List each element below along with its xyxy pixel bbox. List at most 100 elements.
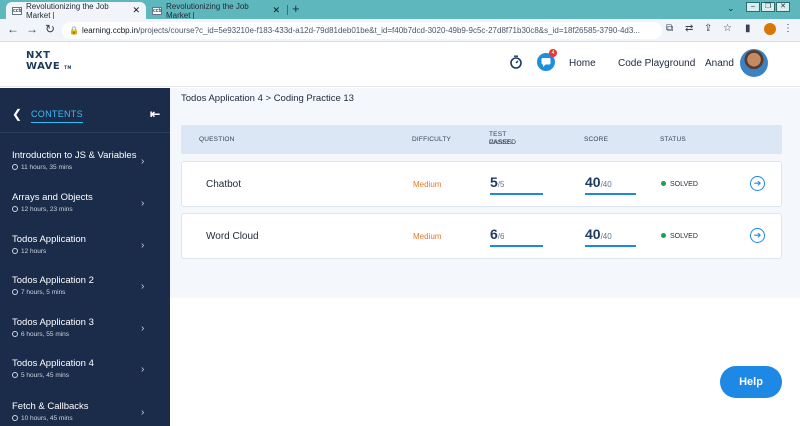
install-app-icon[interactable]: ⧉ — [666, 23, 673, 34]
status-badge: SOLVED — [661, 181, 698, 188]
notification-badge: 4 — [549, 49, 557, 57]
collapse-sidebar-icon[interactable]: ⇤ — [150, 107, 160, 121]
tab-close-icon[interactable]: ✕ — [132, 5, 140, 16]
reload-icon[interactable]: ↻ — [45, 22, 55, 36]
browser-tab-active[interactable]: ccb Revolutionizing the Job Market | ✕ — [6, 1, 146, 20]
table-row[interactable]: Chatbot Medium 5/5 40/40 SOLVED ➔ — [181, 161, 782, 207]
duration-text: 10 hours, 45 mins — [21, 415, 73, 422]
sidebar-item-duration: 11 hours, 35 mins — [12, 164, 72, 171]
forward-arrow-icon[interactable]: → — [26, 22, 38, 36]
score-progress-bar — [585, 245, 636, 247]
duration-text: 11 hours, 35 mins — [21, 164, 73, 171]
minimize-icon[interactable]: – — [746, 2, 760, 12]
arrow-right-circle-icon[interactable]: ➔ — [750, 176, 765, 191]
close-window-icon[interactable]: ✕ — [776, 2, 790, 12]
test-cases-passed: 5/5 — [490, 174, 504, 190]
translate-icon[interactable]: ⇄ — [685, 23, 693, 34]
share-icon[interactable]: ⇪ — [704, 23, 712, 34]
browser-tab-bar: ccb Revolutionizing the Job Market | ✕ c… — [0, 0, 800, 20]
nav-home-link[interactable]: Home — [569, 58, 596, 69]
nav-code-playground-link[interactable]: Code Playground — [618, 58, 695, 69]
window-controls: – ❐ ✕ — [746, 2, 790, 13]
chevron-right-icon: › — [141, 198, 145, 209]
sidebar-item-fetch-and-callbacks[interactable]: Fetch & Callbacks 10 hours, 45 mins › — [0, 401, 170, 426]
app-header: NXT WAVE TM 4 Home Code Playground Anand — [0, 42, 800, 87]
score-total: /40 — [600, 232, 612, 241]
clock-icon — [12, 331, 18, 337]
test-cases-progress-bar — [490, 245, 543, 247]
question-title[interactable]: Word Cloud — [206, 231, 259, 242]
chrome-menu-icon[interactable]: ⋮ — [783, 23, 793, 34]
solved-dot-icon — [661, 233, 666, 238]
score: 40/40 — [585, 226, 612, 242]
passed-count: 5 — [490, 174, 498, 190]
logo-line-1: NXT — [26, 50, 51, 61]
clock-icon — [12, 415, 18, 421]
practice-panel: Todos Application 4 > Coding Practice 13… — [170, 88, 800, 298]
back-arrow-icon[interactable]: ← — [7, 22, 19, 36]
table-row[interactable]: Word Cloud Medium 6/6 40/40 SOLVED ➔ — [181, 213, 782, 259]
maximize-icon[interactable]: ❐ — [761, 2, 775, 12]
browser-tab[interactable]: ccb Revolutionizing the Job Market | ✕ — [146, 2, 286, 20]
clock-icon — [12, 164, 18, 170]
chevron-right-icon: › — [141, 407, 145, 418]
contents-sidebar: ❮ CONTENTS ⇤ Introduction to JS & Variab… — [0, 88, 170, 426]
tab-title: Revolutionizing the Job Market | — [26, 1, 109, 20]
tab-search-chevron-icon[interactable]: ⌄ — [727, 3, 735, 14]
solved-dot-icon — [661, 181, 666, 186]
status-text: SOLVED — [670, 233, 698, 240]
breadcrumb[interactable]: Todos Application 4 > Coding Practice 13 — [181, 93, 354, 104]
sidebar-item-label: Todos Application 4 — [12, 358, 94, 369]
stopwatch-icon[interactable] — [509, 55, 523, 69]
passed-total: /6 — [497, 232, 505, 241]
passed-total: /5 — [497, 180, 505, 189]
sidebar-item-todos-application[interactable]: Todos Application 12 hours › — [0, 234, 170, 275]
clock-icon — [12, 248, 18, 254]
sidebar-item-todos-application-4[interactable]: Todos Application 4 5 hours, 45 mins › — [0, 358, 170, 399]
sidebar-header: ❮ CONTENTS ⇤ — [0, 88, 170, 133]
arrow-right-circle-icon[interactable]: ➔ — [750, 228, 765, 243]
site-favicon-icon: ccb — [152, 6, 162, 15]
url-path: /projects/course?c_id=5e93210e-f183-433d… — [138, 26, 640, 35]
browser-toolbar: ← → ↻ 🔒 learning.ccbp.in/projects/course… — [0, 19, 800, 42]
duration-text: 7 hours, 5 mins — [21, 289, 66, 296]
score-total: /40 — [600, 180, 612, 189]
sidebar-title[interactable]: CONTENTS — [31, 109, 83, 123]
logo-tm: TM — [64, 65, 72, 70]
sidebar-item-duration: 12 hours, 23 mins — [12, 206, 73, 213]
tab-close-icon[interactable]: ✕ — [272, 5, 280, 16]
test-cases-passed: 6/6 — [490, 226, 504, 242]
sidebar-item-arrays-and-objects[interactable]: Arrays and Objects 12 hours, 23 mins › — [0, 192, 170, 233]
chevron-right-icon: › — [141, 364, 145, 375]
column-header-difficulty: DIFFICULTY — [412, 136, 452, 143]
status-badge: SOLVED — [661, 233, 698, 240]
score-value: 40 — [585, 174, 601, 190]
test-cases-progress-bar — [490, 193, 543, 195]
chevron-left-icon[interactable]: ❮ — [12, 107, 22, 121]
address-bar[interactable]: 🔒 learning.ccbp.in/projects/course?c_id=… — [62, 22, 662, 39]
side-panel-icon[interactable]: ▮ — [745, 23, 751, 34]
passed-count: 6 — [490, 226, 498, 242]
sidebar-item-duration: 12 hours — [12, 248, 46, 255]
sidebar-item-todos-application-3[interactable]: Todos Application 3 6 hours, 55 mins › — [0, 317, 170, 358]
sidebar-item-todos-application-2[interactable]: Todos Application 2 7 hours, 5 mins › — [0, 275, 170, 316]
user-name[interactable]: Anand — [705, 58, 734, 69]
duration-text: 12 hours, 23 mins — [21, 206, 73, 213]
duration-text: 6 hours, 55 mins — [21, 331, 70, 338]
chevron-right-icon: › — [141, 323, 145, 334]
nxtwave-logo[interactable]: NXT WAVE TM — [26, 50, 72, 73]
avatar[interactable] — [740, 49, 768, 77]
sidebar-item-introduction-to-js[interactable]: Introduction to JS & Variables 11 hours,… — [0, 150, 170, 191]
duration-text: 12 hours — [21, 248, 47, 255]
sidebar-item-label: Todos Application — [12, 234, 86, 245]
question-title[interactable]: Chatbot — [206, 179, 241, 190]
column-header-score: SCORE — [584, 136, 609, 143]
help-button[interactable]: Help — [720, 366, 782, 398]
new-tab-button[interactable]: + — [292, 1, 300, 16]
bookmark-star-icon[interactable]: ☆ — [723, 23, 732, 34]
browser-profile-avatar[interactable] — [764, 23, 776, 35]
column-header-test-cases-line-2: PASSED — [489, 139, 517, 146]
main-content: Todos Application 4 > Coding Practice 13… — [170, 88, 800, 426]
site-favicon-icon: ccb — [12, 6, 22, 15]
chevron-right-icon: › — [141, 281, 145, 292]
